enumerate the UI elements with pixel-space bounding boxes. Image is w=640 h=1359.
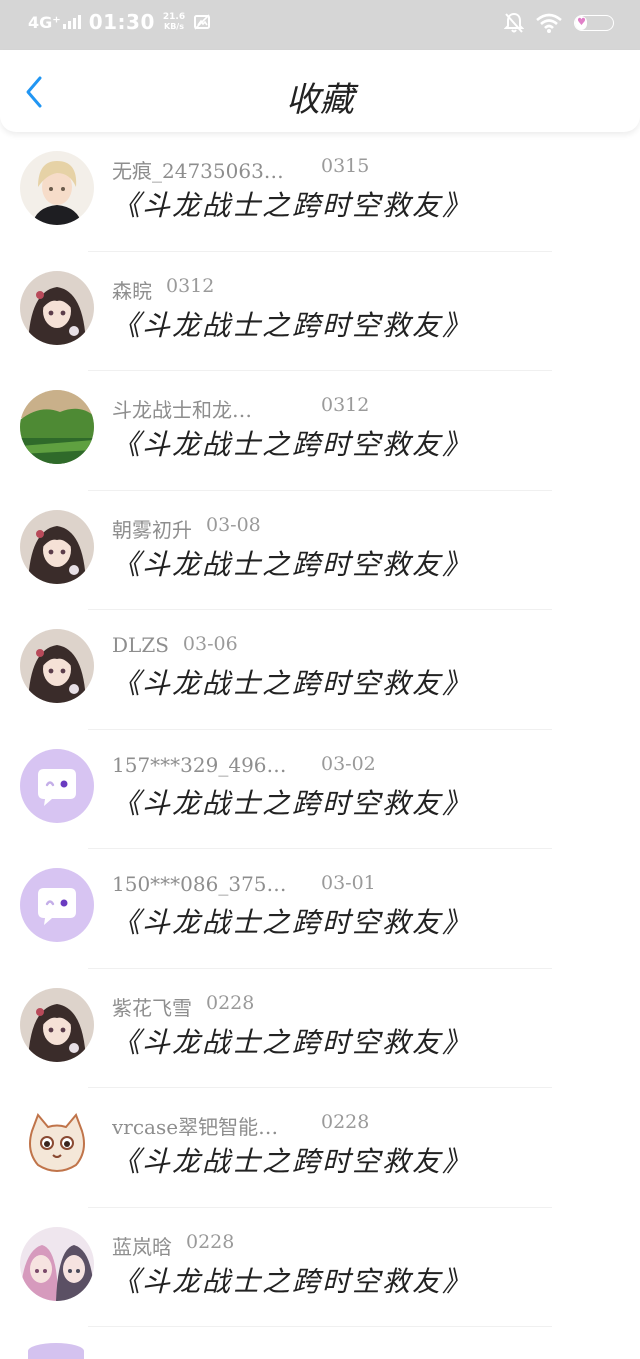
post-date: 03-08 — [206, 513, 261, 536]
favorite-title: 《斗龙战士之跨时空救友》 — [112, 906, 473, 939]
battery-percent: 32 — [586, 15, 602, 28]
list-item[interactable]: 斗龙战士和龙… 0312 《斗龙战士之跨时空救友》 — [0, 371, 640, 491]
favorite-title: 《斗龙战士之跨时空救友》 — [112, 1145, 473, 1178]
favorite-title: 《斗龙战士之跨时空救友》 — [112, 308, 473, 342]
post-date: 0228 — [321, 1111, 370, 1133]
username: 无痕_24735063… — [112, 159, 284, 183]
list-item[interactable]: vrcase翠钯智能… 0228 《斗龙战士之跨时空救友》 — [0, 1088, 640, 1208]
username: 朝雾初升 — [112, 517, 192, 542]
signal-bars-icon — [62, 15, 81, 29]
post-date: 0315 — [321, 155, 370, 177]
favorite-title: 《斗龙战士之跨时空救友》 — [112, 189, 473, 222]
list-item[interactable]: DLZS 03-06 《斗龙战士之跨时空救友》 — [0, 610, 640, 730]
username: 森睆 — [112, 278, 152, 303]
signal-icon: 4G⁺ — [28, 12, 61, 32]
landscape-avatar[interactable] — [20, 390, 94, 464]
post-date: 0312 — [321, 394, 370, 416]
clock-time: 01:30 — [88, 10, 155, 34]
status-left: 4G⁺ 01:30 21.6 KB/s — [28, 10, 211, 34]
post-date: 03-06 — [182, 633, 238, 655]
post-date: 0312 — [166, 274, 215, 297]
favorite-title: 《斗龙战士之跨时空救友》 — [112, 786, 473, 820]
anime-girl-avatar[interactable] — [20, 987, 94, 1062]
favorite-title: 《斗龙战士之跨时空救友》 — [112, 1025, 473, 1059]
favorites-list: 无痕_24735063… 0315 《斗龙战士之跨时空救友》 森睆 0312 《斗龙战士之… — [0, 132, 640, 1327]
wifi-icon — [536, 13, 562, 33]
list-item[interactable]: 紫花飞雪 0228 《斗龙战士之跨时空救友》 — [0, 969, 640, 1088]
anime-boy-avatar[interactable] — [20, 151, 94, 225]
anime-girl-avatar[interactable] — [20, 509, 94, 584]
favorite-title: 《斗龙战士之跨时空救友》 — [112, 667, 473, 700]
post-date: 03-01 — [321, 872, 376, 894]
favorite-title: 《斗龙战士之跨时空救友》 — [112, 547, 473, 581]
list-item[interactable]: 朝雾初升 03-08 《斗龙战士之跨时空救友》 — [0, 491, 640, 610]
post-date: 0228 — [206, 991, 255, 1014]
anime-girls-avatar[interactable] — [20, 1226, 94, 1301]
speed-unit: KB/s — [164, 22, 184, 31]
post-date: 0228 — [186, 1230, 235, 1253]
anime-girl-avatar[interactable] — [20, 270, 94, 345]
favorite-title: 《斗龙战士之跨时空救友》 — [112, 1264, 473, 1298]
default-chat-avatar[interactable] — [20, 868, 94, 942]
header-bar: 收藏 — [0, 50, 640, 132]
avatar-partial — [28, 1343, 84, 1359]
username: 157***329_496… — [112, 752, 287, 777]
bell-off-icon — [504, 12, 524, 33]
username: 蓝岚晗 — [112, 1234, 172, 1259]
battery-icon: ♥ 32 — [574, 15, 614, 31]
username: 斗龙战士和龙… — [112, 398, 252, 422]
list-item[interactable]: 森睆 0312 《斗龙战士之跨时空救友》 — [0, 252, 640, 371]
list-item[interactable]: 无痕_24735063… 0315 《斗龙战士之跨时空救友》 — [0, 132, 640, 252]
post-date: 03-02 — [321, 752, 376, 775]
username: 150***086_375… — [112, 872, 287, 896]
username: DLZS — [112, 633, 169, 657]
list-item[interactable]: 150***086_375… 03-01 《斗龙战士之跨时空救友》 — [0, 849, 640, 969]
anime-girl-avatar[interactable] — [20, 629, 94, 703]
divider — [88, 1326, 552, 1327]
screenshot-icon — [194, 14, 211, 30]
username: vrcase翠钯智能… — [112, 1115, 279, 1139]
status-bar: 4G⁺ 01:30 21.6 KB/s ♥ 32 — [0, 0, 640, 50]
list-item[interactable]: 蓝岚晗 0228 《斗龙战士之跨时空救友》 — [0, 1208, 640, 1327]
favorite-title: 《斗龙战士之跨时空救友》 — [112, 428, 473, 461]
default-chat-avatar[interactable] — [20, 748, 94, 823]
speed-value: 21.6 — [162, 12, 186, 22]
list-item[interactable]: 157***329_496… 03-02 《斗龙战士之跨时空救友》 — [0, 730, 640, 849]
cat-avatar[interactable] — [20, 1107, 94, 1181]
network-speed: 21.6 KB/s — [163, 12, 185, 32]
page-title: 收藏 — [286, 80, 354, 120]
status-right: ♥ 32 — [504, 12, 614, 34]
username: 紫花飞雪 — [112, 995, 192, 1020]
